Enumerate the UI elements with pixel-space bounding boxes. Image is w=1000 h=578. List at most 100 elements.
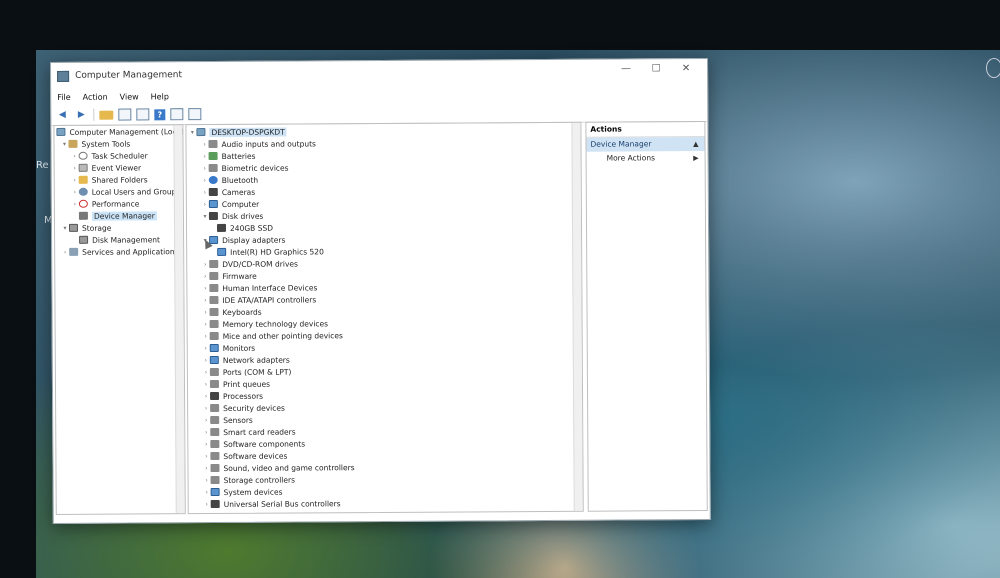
actions-header: Actions <box>586 122 705 138</box>
title-bar[interactable]: Computer Management — ☐ ✕ <box>51 59 707 89</box>
help-icon[interactable]: ? <box>154 108 166 120</box>
category-label: Software devices <box>223 451 288 461</box>
expand-arrow-icon[interactable]: › <box>202 393 210 400</box>
category-label: Universal Serial Bus controllers <box>223 498 341 509</box>
left-pane-scrollbar[interactable] <box>173 125 185 514</box>
expand-arrow-icon[interactable]: › <box>71 200 79 207</box>
expand-arrow-icon[interactable]: › <box>201 153 209 160</box>
expand-arrow-icon[interactable]: › <box>202 405 210 412</box>
desktop-corner-icon[interactable] <box>986 58 1000 78</box>
category-label: Network adapters <box>222 355 290 365</box>
expand-arrow-icon[interactable]: › <box>203 501 211 508</box>
menu-file[interactable]: File <box>57 92 70 101</box>
tree-task-scheduler[interactable]: › Task Scheduler <box>55 149 183 162</box>
expand-arrow-icon[interactable]: › <box>201 165 209 172</box>
tree-services[interactable]: › Services and Applications <box>55 245 183 258</box>
close-button[interactable]: ✕ <box>671 63 701 74</box>
submenu-arrow-icon: ▶ <box>693 154 699 163</box>
expand-arrow-icon[interactable]: › <box>202 429 210 436</box>
maximize-button[interactable]: ☐ <box>641 63 671 74</box>
storage-controller-icon <box>210 475 220 485</box>
minimize-button[interactable]: — <box>611 63 641 74</box>
export-list-icon[interactable] <box>170 108 184 121</box>
expand-arrow-icon[interactable]: › <box>203 489 211 496</box>
forward-arrow-icon[interactable]: ▶ <box>74 109 88 121</box>
tree-local-users-label: Local Users and Groups <box>91 186 181 197</box>
expand-arrow-icon[interactable]: › <box>201 297 209 304</box>
back-arrow-icon[interactable]: ◀ <box>55 109 69 121</box>
category-label: Processors <box>223 391 264 401</box>
category-label: Batteries <box>221 151 256 161</box>
actions-pane: Actions Device Manager ▲ More Actions ▶ <box>585 120 708 512</box>
tree-root[interactable]: Computer Management (Local) <box>54 125 186 138</box>
category-label: IDE ATA/ATAPI controllers <box>222 294 317 305</box>
system-device-icon <box>210 487 220 497</box>
port-icon <box>209 367 219 377</box>
collapse-arrow-icon[interactable]: ▾ <box>201 213 209 220</box>
ssd-icon <box>216 223 227 232</box>
expand-arrow-icon[interactable]: › <box>202 441 210 448</box>
expand-arrow-icon[interactable]: › <box>201 177 209 184</box>
up-folder-icon[interactable] <box>99 110 114 120</box>
show-hide-tree-icon[interactable] <box>118 108 132 121</box>
expand-arrow-icon[interactable]: › <box>201 189 209 196</box>
expand-arrow-icon[interactable]: › <box>202 357 210 364</box>
storage-icon <box>68 223 79 232</box>
properties-icon[interactable] <box>136 108 150 121</box>
audio-icon <box>208 139 218 149</box>
collapse-caret-icon[interactable]: ▲ <box>693 137 698 151</box>
network-adapter-icon <box>209 355 219 365</box>
expand-arrow-icon[interactable]: › <box>201 261 209 268</box>
tree-shared-folders[interactable]: › Shared Folders <box>55 173 183 186</box>
category-label: Audio inputs and outputs <box>221 138 316 149</box>
collapse-arrow-icon[interactable]: ▾ <box>61 224 69 231</box>
menu-action[interactable]: Action <box>83 92 108 101</box>
tree-disk-management[interactable]: Disk Management <box>55 233 183 246</box>
category-label: Mice and other pointing devices <box>222 330 343 341</box>
collapse-arrow-icon[interactable]: ▾ <box>188 129 196 136</box>
more-actions[interactable]: More Actions ▶ <box>587 151 705 166</box>
expand-arrow-icon[interactable]: › <box>61 248 69 255</box>
category-label: Software components <box>223 438 306 449</box>
expand-arrow-icon[interactable]: › <box>71 152 79 159</box>
expand-arrow-icon[interactable]: › <box>202 333 210 340</box>
expand-arrow-icon[interactable]: › <box>202 345 210 352</box>
monitor-top-bezel <box>0 0 1000 50</box>
expand-arrow-icon[interactable]: › <box>71 164 79 171</box>
navigation-tree: Computer Management (Local) ▾ System Too… <box>53 124 186 515</box>
expand-arrow-icon[interactable]: › <box>201 285 209 292</box>
desktop-icon-fragment[interactable]: Re <box>36 160 49 171</box>
category-label: DVD/CD-ROM drives <box>222 258 298 269</box>
expand-arrow-icon[interactable]: › <box>201 201 209 208</box>
expand-arrow-icon[interactable]: › <box>202 417 210 424</box>
tree-performance[interactable]: › Performance <box>55 197 183 210</box>
device-list-scrollbar[interactable] <box>571 122 583 511</box>
expand-arrow-icon[interactable]: › <box>202 465 210 472</box>
tree-device-manager[interactable]: Device Manager <box>55 209 183 222</box>
tree-local-users[interactable]: › Local Users and Groups <box>55 185 183 198</box>
tree-storage[interactable]: ▾ Storage <box>55 221 183 234</box>
expand-arrow-icon[interactable]: › <box>202 309 210 316</box>
monitor-icon[interactable] <box>188 108 202 121</box>
computer-management-window: Computer Management — ☐ ✕ File Action Vi… <box>50 57 711 524</box>
sensor-icon <box>210 415 220 425</box>
expand-arrow-icon[interactable]: › <box>71 188 79 195</box>
menu-help[interactable]: Help <box>151 92 169 101</box>
expand-arrow-icon[interactable]: › <box>200 141 208 148</box>
collapse-arrow-icon[interactable]: ▾ <box>60 140 68 147</box>
actions-device-manager[interactable]: Device Manager ▲ <box>586 137 705 152</box>
expand-arrow-icon[interactable]: › <box>71 176 79 183</box>
expand-arrow-icon[interactable]: › <box>203 477 211 484</box>
device-category[interactable]: › Universal Serial Bus controllers <box>189 496 583 510</box>
disk-management-icon <box>79 235 89 244</box>
expand-arrow-icon[interactable]: › <box>202 453 210 460</box>
expand-arrow-icon[interactable]: › <box>201 273 209 280</box>
expand-arrow-icon[interactable]: › <box>202 321 210 328</box>
expand-arrow-icon[interactable]: › <box>202 369 210 376</box>
tree-event-viewer[interactable]: › Event Viewer <box>55 161 183 174</box>
security-device-icon <box>210 403 220 413</box>
tree-system-tools[interactable]: ▾ System Tools <box>54 137 182 150</box>
printer-icon <box>209 379 219 389</box>
expand-arrow-icon[interactable]: › <box>202 381 210 388</box>
menu-view[interactable]: View <box>120 92 139 101</box>
